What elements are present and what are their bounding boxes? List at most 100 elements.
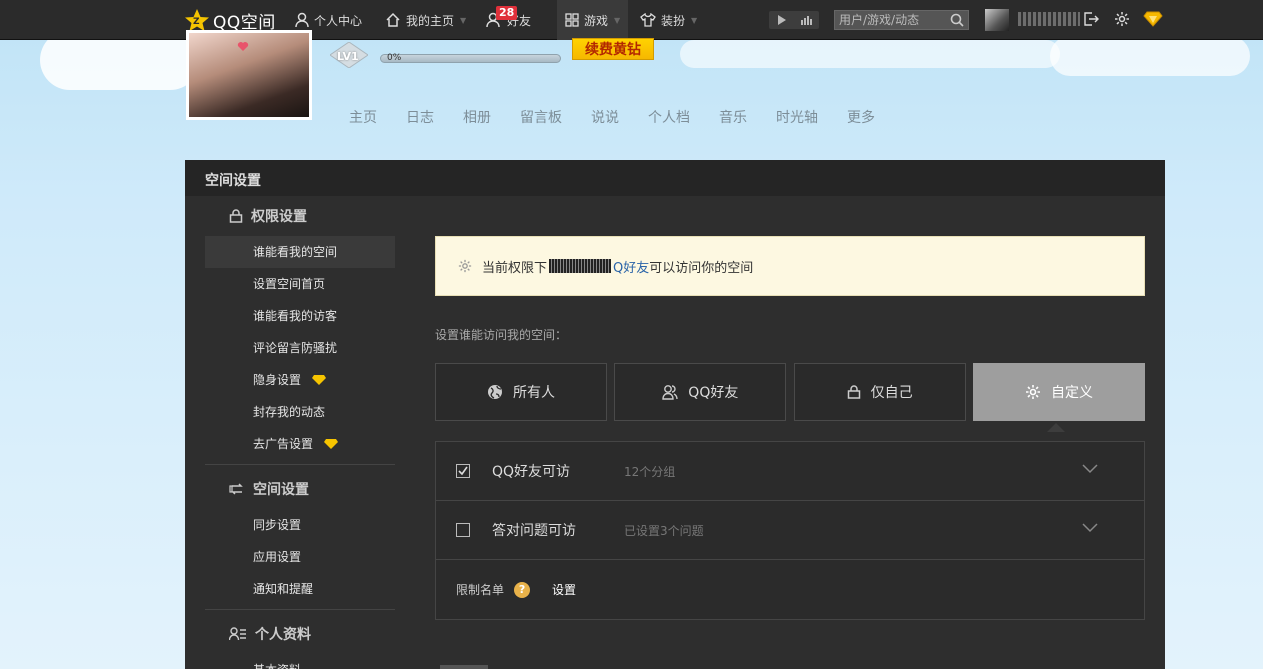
tab-music[interactable]: 音乐 <box>719 107 747 127</box>
scrollbar-thumb[interactable] <box>440 665 488 669</box>
sidebar-item-notifications[interactable]: 通知和提醒 <box>205 573 395 605</box>
chevron-down-icon: ▼ <box>460 15 467 25</box>
profile-photo[interactable] <box>186 30 312 120</box>
sidebar-item-label: 隐身设置 <box>253 373 302 387</box>
nav-friends[interactable]: 好友 28 <box>486 0 531 40</box>
sidebar-item-remove-ads[interactable]: 去广告设置 <box>205 428 395 460</box>
nav-decorate[interactable]: 装扮 ▼ <box>640 0 697 40</box>
gear-icon <box>1025 385 1040 399</box>
logo-text: QQ空间 <box>213 12 276 33</box>
tab-album[interactable]: 相册 <box>463 107 491 127</box>
rule-subtitle: 已设置3个问题 <box>624 523 704 538</box>
tab-blog[interactable]: 日志 <box>406 107 434 127</box>
notice-link[interactable]: Q好友 <box>613 257 649 276</box>
rule-title: QQ好友可访 <box>492 464 571 480</box>
friends-badge: 28 <box>496 6 518 20</box>
tab-timeline[interactable]: 时光轴 <box>776 107 818 127</box>
star-logo-icon: Z <box>185 9 209 31</box>
sidebar-group-label: 权限设置 <box>251 209 307 225</box>
yellow-diamond-icon[interactable] <box>1143 11 1163 27</box>
settings-content: 当前权限下 Q好友 可以访问你的空间 设置谁能访问我的空间： 所有人 QQ好友 … <box>435 236 1145 620</box>
home-icon <box>386 12 400 27</box>
rule-qq-friends[interactable]: QQ好友可访 12个分组 <box>436 442 1144 501</box>
sidebar-item-basic-info[interactable]: 基本资料 <box>205 654 395 669</box>
globe-icon <box>488 385 502 399</box>
search-input[interactable] <box>834 10 969 30</box>
settings-panel: 空间设置 权限设置 谁能看我的空间 设置空间首页 谁能看我的访客 评论留言防骚扰… <box>185 160 1165 669</box>
profile-icon <box>229 627 246 641</box>
sidebar-item-label: 评论留言防骚扰 <box>253 341 338 355</box>
chevron-down-icon[interactable] <box>1082 464 1098 474</box>
sidebar-item-sync[interactable]: 同步设置 <box>205 509 395 541</box>
sidebar-item-invisible[interactable]: 隐身设置 <box>205 364 395 396</box>
tab-shuoshuo[interactable]: 说说 <box>591 107 619 127</box>
nav-label: 我的主页 <box>406 13 455 28</box>
rule-subtitle: 12个分组 <box>624 464 676 479</box>
tshirt-icon <box>640 13 656 27</box>
sidebar-item-label: 封存我的动态 <box>253 405 326 419</box>
user-icon <box>295 12 309 28</box>
help-icon[interactable]: ? <box>514 581 531 598</box>
gear-icon <box>458 259 472 273</box>
sidebar-divider <box>205 609 395 610</box>
sidebar-item-anti-harassment[interactable]: 评论留言防骚扰 <box>205 332 395 364</box>
search-icon[interactable] <box>950 13 964 27</box>
nav-label: 游戏 <box>584 13 609 28</box>
restriction-list-label: 限制名单 <box>456 583 505 597</box>
selection-pointer <box>1047 423 1065 432</box>
option-only-me-button[interactable]: 仅自己 <box>793 363 966 421</box>
option-qq-friends-button[interactable]: QQ好友 <box>614 363 787 421</box>
lock-icon <box>229 209 243 223</box>
answer-question-checkbox[interactable] <box>456 523 470 537</box>
profile-tabs: 主页 日志 相册 留言板 说说 个人档 音乐 时光轴 更多 <box>349 107 875 127</box>
user-name-redacted[interactable] <box>1018 12 1080 26</box>
sidebar-item-label: 同步设置 <box>253 518 302 532</box>
qq-friends-checkbox[interactable] <box>456 464 470 478</box>
sidebar-group-permissions: 权限设置 <box>205 196 395 236</box>
sidebar-item-archive-feed[interactable]: 封存我的动态 <box>205 396 395 428</box>
sidebar-item-set-homepage[interactable]: 设置空间首页 <box>205 268 395 300</box>
option-everyone-button[interactable]: 所有人 <box>435 363 607 421</box>
settings-sidebar: 权限设置 谁能看我的空间 设置空间首页 谁能看我的访客 评论留言防骚扰 隐身设置… <box>205 196 395 669</box>
lock-icon <box>847 385 860 399</box>
sidebar-group-personal-info: 个人资料 <box>205 614 395 654</box>
yellow-diamond-icon <box>324 439 339 449</box>
grid-icon <box>565 13 579 27</box>
chevron-down-icon: ▼ <box>614 15 621 25</box>
chevron-down-icon[interactable] <box>1082 523 1098 533</box>
sidebar-item-label: 设置空间首页 <box>253 277 326 291</box>
custom-rules-list: QQ好友可访 12个分组 答对问题可访 已设置3个问题 限制名单 ? 设置 <box>435 441 1145 620</box>
nav-games[interactable]: 游戏 ▼ <box>557 0 629 40</box>
play-icon[interactable] <box>769 11 794 29</box>
gear-icon[interactable] <box>1114 11 1130 27</box>
renew-yellow-diamond-button[interactable]: 续费黄钻 <box>572 38 654 60</box>
sidebar-item-label: 基本资料 <box>253 654 301 669</box>
tab-profile[interactable]: 个人档 <box>648 107 690 127</box>
panel-title: 空间设置 <box>185 160 1165 196</box>
music-player-controls <box>769 11 819 29</box>
rule-title: 答对问题可访 <box>492 523 576 539</box>
sidebar-item-label: 去广告设置 <box>253 437 314 451</box>
qzone-logo[interactable]: Z QQ空间 <box>184 8 276 33</box>
sidebar-item-who-can-see-space[interactable]: 谁能看我的空间 <box>205 236 395 268</box>
rule-answer-question[interactable]: 答对问题可访 已设置3个问题 <box>436 501 1144 560</box>
sidebar-item-label: 谁能看我的访客 <box>253 309 338 323</box>
option-label: 所有人 <box>513 385 555 401</box>
tab-more[interactable]: 更多 <box>847 107 875 127</box>
tab-home[interactable]: 主页 <box>349 107 377 127</box>
tab-message-board[interactable]: 留言板 <box>520 107 562 127</box>
sidebar-item-apps[interactable]: 应用设置 <box>205 541 395 573</box>
equalizer-icon[interactable] <box>794 11 819 29</box>
sync-icon <box>229 483 243 495</box>
chevron-down-icon: ▼ <box>691 15 698 25</box>
sidebar-item-who-can-see-visitors[interactable]: 谁能看我的访客 <box>205 300 395 332</box>
friends-icon <box>662 385 678 400</box>
nav-label: 装扮 <box>661 13 686 28</box>
nav-my-homepage[interactable]: 我的主页 ▼ <box>385 0 466 40</box>
section-label: 设置谁能访问我的空间： <box>435 328 568 342</box>
restriction-list-settings-link[interactable]: 设置 <box>552 581 576 598</box>
logout-icon[interactable] <box>1083 11 1099 27</box>
sidebar-group-label: 个人资料 <box>255 627 311 643</box>
option-custom-button[interactable]: 自定义 <box>972 363 1145 421</box>
user-avatar[interactable] <box>985 9 1009 31</box>
